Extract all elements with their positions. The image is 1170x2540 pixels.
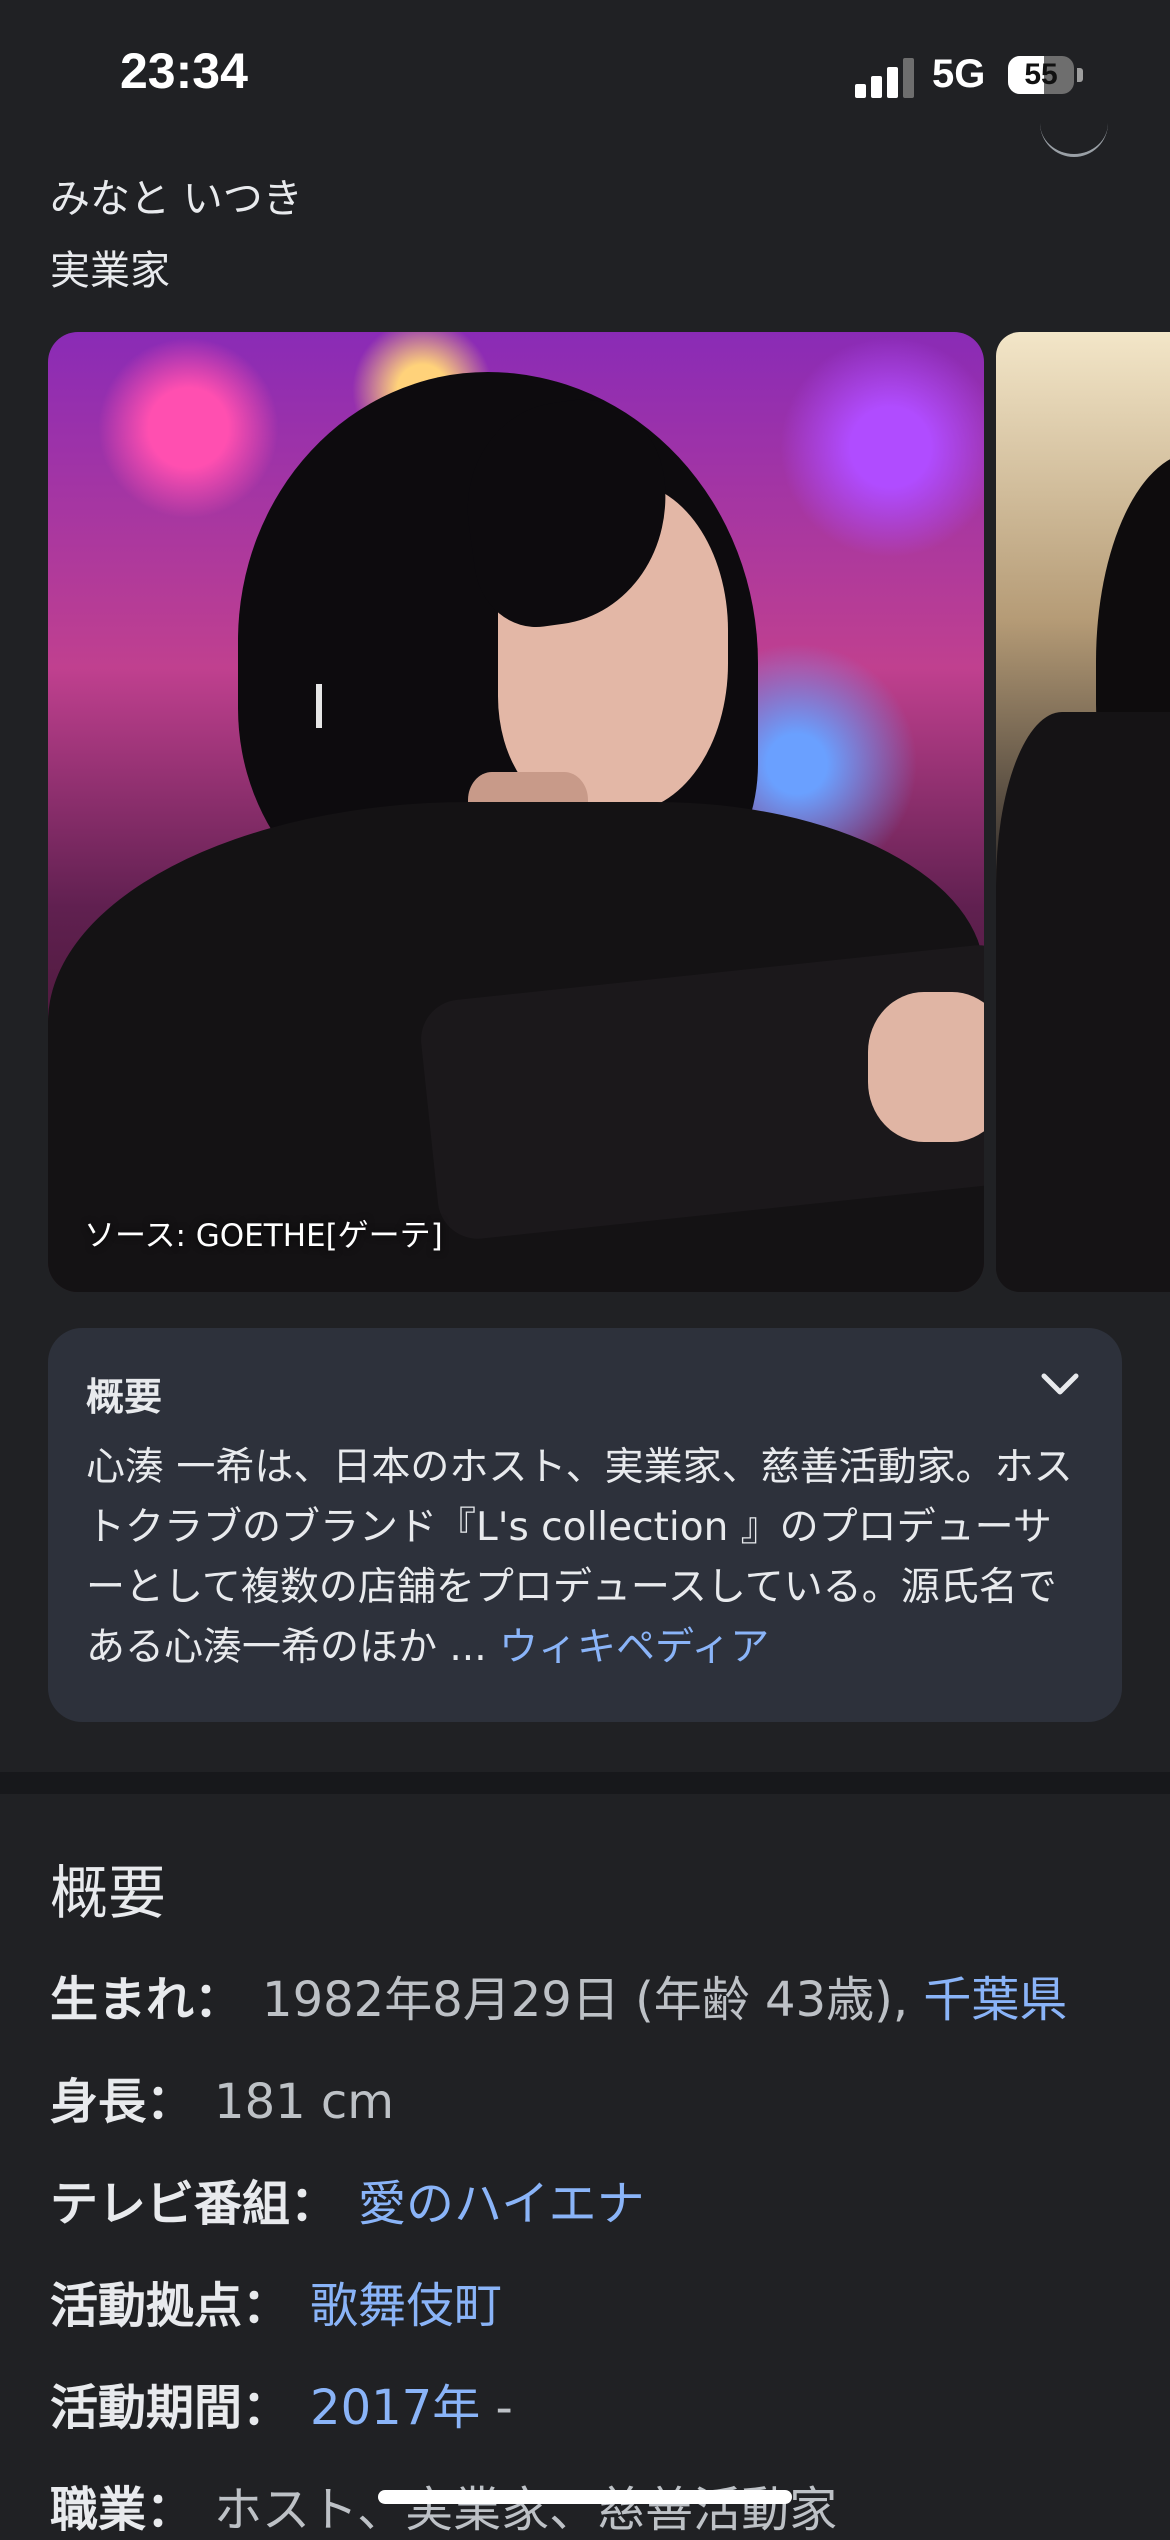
active-years-link[interactable]: 2017年 (310, 2380, 480, 2436)
fact-label: テレビ番組 (50, 2176, 291, 2232)
fact-row-occupation: 職業： ホスト、実業家、慈善活動家 (50, 2470, 837, 2540)
fact-separator: ： (146, 2482, 195, 2538)
battery-tip (1077, 68, 1083, 82)
fact-row-height: 身長： 181 cm (50, 2062, 394, 2132)
image-source-caption: ソース: GOETHE[ゲーテ] (84, 1218, 443, 1254)
fact-separator: ： (242, 2278, 291, 2334)
chevron-down-icon[interactable] (1038, 1370, 1082, 1400)
section-divider (0, 1772, 1170, 1794)
photo-earring-shape (316, 684, 322, 728)
summary-ellipsis: ... (437, 1625, 500, 1670)
status-bar: 23:34 5G 55 (0, 0, 1170, 150)
fact-label: 職業 (50, 2482, 147, 2538)
fact-row-active-years: 活動期間： 2017年 - (50, 2368, 513, 2438)
fact-row-born: 生まれ： 1982年8月29日 (年齢 43歳), 千葉県 (50, 1960, 1067, 2030)
battery-icon: 55 (1008, 56, 1074, 94)
summary-card-title: 概要 (86, 1375, 163, 1419)
photo-hand-shape (868, 992, 984, 1142)
fact-label: 身長 (50, 2074, 147, 2130)
fact-row-tv-show: テレビ番組： 愛のハイエナ (50, 2164, 645, 2234)
birthplace-link[interactable]: 千葉県 (923, 1972, 1067, 2028)
battery-level: 55 (1024, 58, 1058, 91)
home-indicator[interactable] (378, 2490, 792, 2504)
fact-value: 1982年8月29日 (年齢 43歳), (262, 1972, 924, 2028)
fact-label: 活動拠点 (50, 2278, 243, 2334)
status-time: 23:34 (120, 43, 248, 99)
fact-value: 181 cm (214, 2074, 395, 2130)
fact-separator: ： (146, 2074, 195, 2130)
tv-show-link[interactable]: 愛のハイエナ (358, 2176, 645, 2232)
fact-separator: ： (290, 2176, 339, 2232)
fact-value-suffix: - (480, 2380, 513, 2436)
fact-separator: ： (194, 1972, 243, 2028)
cellular-signal-icon (855, 58, 917, 98)
partial-circle-button-icon[interactable] (1040, 120, 1108, 157)
summary-card[interactable]: 概要 心湊 一希は、日本のホスト、実業家、慈善活動家。ホストクラブのブランド『L… (48, 1328, 1122, 1722)
network-type: 5G (932, 52, 986, 96)
summary-description: 心湊 一希は、日本のホスト、実業家、慈善活動家。ホストクラブのブランド『L's … (86, 1438, 1086, 1678)
entity-subtitle: 実業家 (50, 248, 170, 294)
fact-row-base: 活動拠点： 歌舞伎町 (50, 2266, 502, 2336)
name-reading: みなと いつき (50, 176, 303, 222)
photo2-body-shape (996, 712, 1170, 1292)
fact-separator: ： (242, 2380, 291, 2436)
activity-base-link[interactable]: 歌舞伎町 (310, 2278, 502, 2334)
fact-label: 生まれ (50, 1972, 195, 2028)
facts-heading: 概要 (50, 1859, 167, 1927)
wikipedia-link[interactable]: ウィキペディア (499, 1625, 769, 1670)
fact-label: 活動期間 (50, 2380, 243, 2436)
second-photo[interactable] (996, 332, 1170, 1292)
profile-photo[interactable]: ソース: GOETHE[ゲーテ] (48, 332, 984, 1292)
image-carousel[interactable]: ソース: GOETHE[ゲーテ] (0, 332, 1170, 1292)
